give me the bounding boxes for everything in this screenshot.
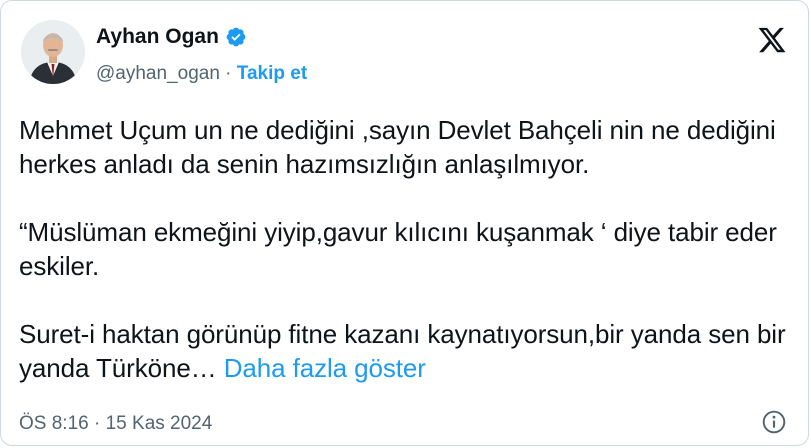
tweet-time: ÖS 8:16: [19, 413, 89, 434]
author-name[interactable]: Ayhan Ogan: [96, 25, 219, 49]
tweet-date: 15 Kas 2024: [105, 413, 213, 434]
tweet-timestamp[interactable]: ÖS 8:16 · 15 Kas 2024: [19, 413, 212, 435]
verified-badge-icon: [226, 27, 246, 47]
tweet-paragraph: “Müslüman ekmeğini yiyip,gavur kılıcını …: [19, 217, 777, 281]
handle-separator: ·: [225, 63, 232, 84]
info-icon[interactable]: [761, 409, 787, 435]
follow-button[interactable]: Takip et: [237, 63, 307, 84]
x-logo-icon[interactable]: [756, 25, 788, 55]
date-separator: ·: [94, 413, 101, 434]
handle-row: @ayhan_ogan · Takip et: [96, 63, 307, 85]
avatar[interactable]: [21, 20, 85, 84]
tweet-text: Mehmet Uçum un ne dediğini ,sayın Devlet…: [19, 113, 799, 385]
tweet-paragraph-last: Suret-i haktan görünüp fitne kazanı kayn…: [19, 317, 799, 385]
tweet-paragraph: Mehmet Uçum un ne dediğini ,sayın Devlet…: [19, 115, 776, 179]
author-handle[interactable]: @ayhan_ogan: [96, 63, 220, 84]
tweet-card: Ayhan Ogan @ayhan_ogan · Takip et Mehmet…: [0, 0, 809, 446]
show-more-link[interactable]: Daha fazla göster: [224, 353, 426, 383]
